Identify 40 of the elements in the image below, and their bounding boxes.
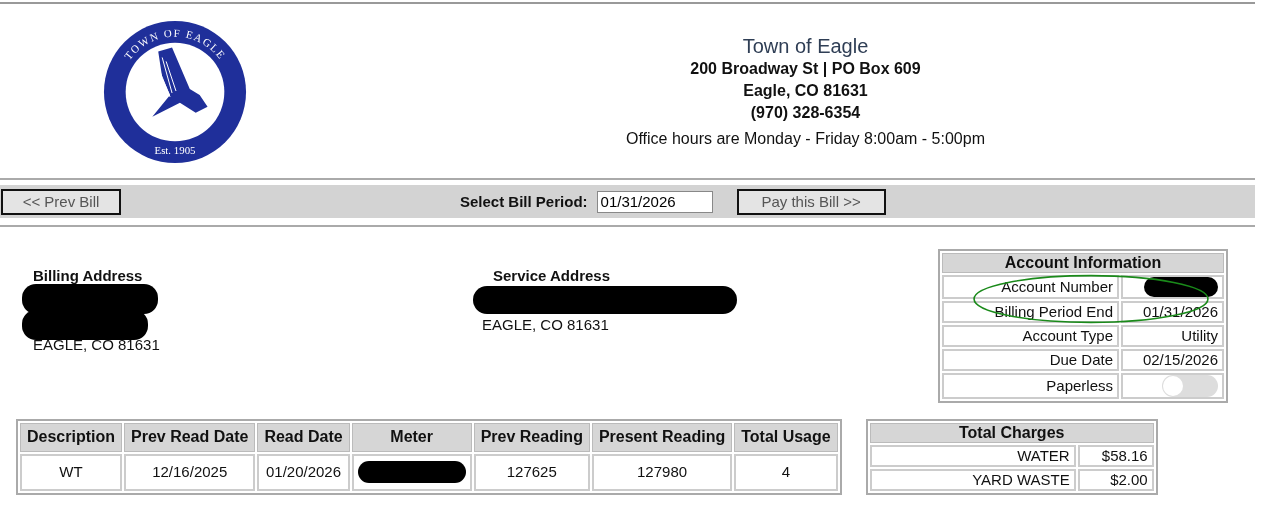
table-cell: WT: [20, 453, 122, 491]
account-field-label: Due Date: [942, 349, 1119, 372]
bill-period-label: Select Bill Period:: [460, 193, 588, 210]
table-cell: 127980: [591, 453, 733, 491]
bill-period-field[interactable]: 01/31/2026: [596, 190, 713, 213]
column-header: Present Reading: [591, 423, 733, 452]
column-header: Meter: [351, 423, 472, 452]
service-city-line: EAGLE, CO 81631: [482, 316, 610, 333]
charge-amount: $58.16: [1077, 445, 1154, 467]
column-header: Prev Reading: [473, 423, 590, 452]
column-header: Read Date: [257, 423, 350, 452]
account-field-label: Account Type: [942, 325, 1119, 348]
account-field-value: 02/15/2026: [1121, 349, 1224, 372]
table-cell: 4: [734, 453, 838, 491]
charges-title: Total Charges: [869, 423, 1154, 443]
service-address-heading: Service Address: [493, 267, 611, 284]
contact-line: 200 Broadway St | PO Box 609: [690, 59, 921, 79]
prev-bill-button[interactable]: << Prev Bill: [1, 188, 121, 215]
contact-line: Eagle, CO 81631: [743, 81, 868, 101]
charge-amount: $2.00: [1077, 469, 1154, 491]
charge-label: YARD WASTE: [869, 469, 1076, 491]
billing-city-line: EAGLE, CO 81631: [33, 336, 161, 353]
table-cell: 12/16/2025: [124, 453, 256, 491]
table-cell: 127625: [473, 453, 590, 491]
billing-address-heading: Billing Address: [33, 267, 144, 284]
account-field-label: Paperless: [942, 373, 1119, 400]
office-hours: Office hours are Monday - Friday 8:00am - 5:00pm: [626, 130, 985, 148]
account-field-label: Billing Period End: [942, 301, 1119, 324]
account-field-label: Account Number: [942, 275, 1119, 300]
table-cell: 01/20/2026: [257, 453, 350, 491]
charge-label: WATER: [869, 445, 1076, 467]
column-header: Total Usage: [734, 423, 838, 452]
contact-line: (970) 328-6354: [750, 103, 861, 123]
account-info-title: Account Information: [942, 253, 1224, 273]
pay-bill-button[interactable]: Pay this Bill >>: [736, 188, 886, 215]
account-field-value: Utility: [1121, 325, 1224, 348]
town-name: Town of Eagle: [742, 34, 869, 58]
column-header: Prev Read Date: [124, 423, 256, 452]
paperless-toggle[interactable]: [1162, 375, 1218, 398]
column-header: Description: [20, 423, 122, 452]
